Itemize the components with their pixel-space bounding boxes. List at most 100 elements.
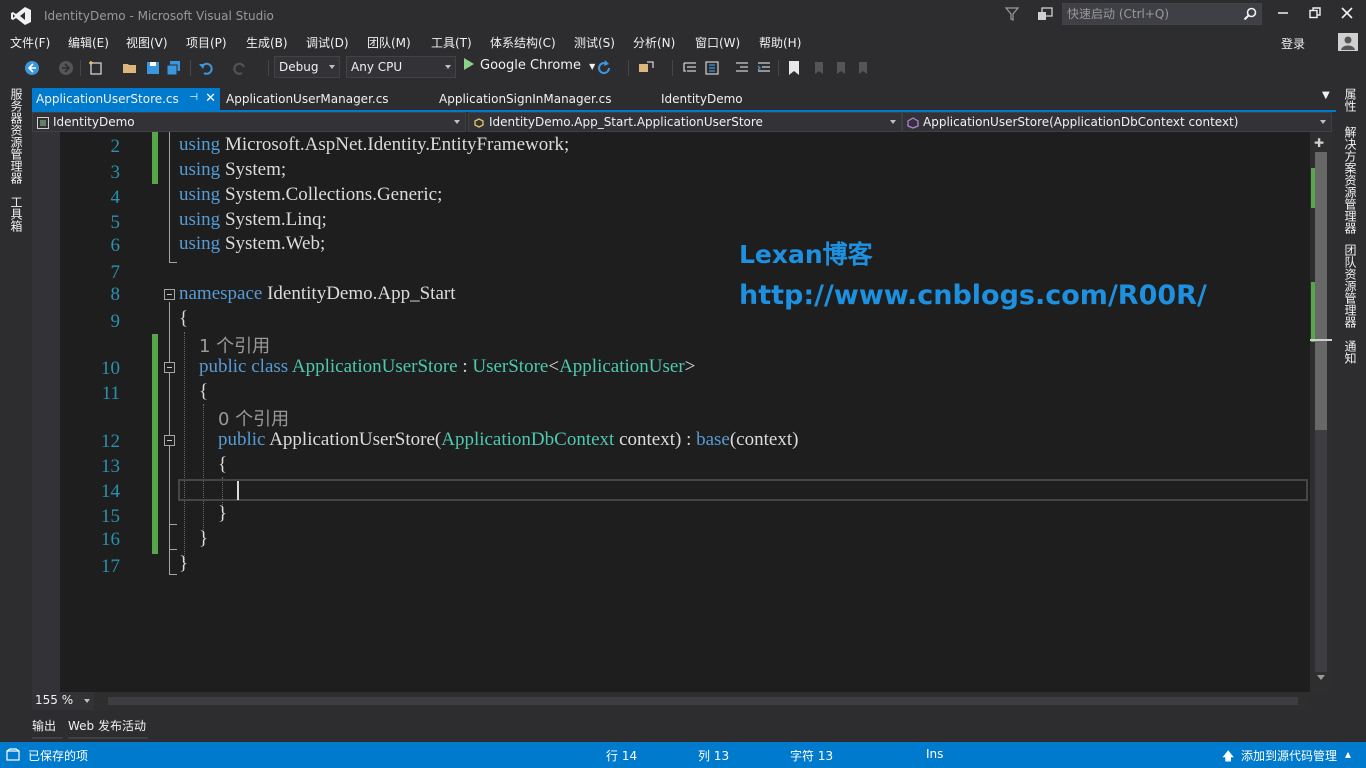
menu-build[interactable]: 生成(B) xyxy=(246,34,288,51)
tab-application-user-store[interactable]: ApplicationUserStore.cs ⊣ ✕ xyxy=(32,88,220,110)
code-line[interactable]: namespace IdentityDemo.App_Start xyxy=(179,283,455,305)
tab-web-publish-activity[interactable]: Web 发布活动 xyxy=(68,717,146,734)
code-line[interactable]: { xyxy=(218,454,227,476)
solution-configuration-dropdown[interactable]: Debug xyxy=(274,56,340,78)
tab-application-signin-manager[interactable]: ApplicationSignInManager.cs xyxy=(435,88,645,110)
account-icon[interactable] xyxy=(1338,33,1358,51)
save-all-icon[interactable] xyxy=(166,60,182,76)
pin-icon[interactable]: ⊣ xyxy=(189,92,198,103)
navigate-forward-icon[interactable] xyxy=(58,60,74,76)
redo-icon[interactable] xyxy=(232,60,248,76)
code-line[interactable]: using System.Web; xyxy=(179,233,325,255)
menu-view[interactable]: 视图(V) xyxy=(126,34,168,51)
vertical-scrollbar[interactable] xyxy=(1310,132,1332,692)
code-line[interactable]: public ApplicationUserStore(ApplicationD… xyxy=(218,429,798,451)
menu-tools[interactable]: 工具(T) xyxy=(431,34,472,51)
uncomment-lines-icon[interactable] xyxy=(756,60,772,76)
collapse-constructor-icon[interactable] xyxy=(164,435,175,446)
code-line[interactable]: { xyxy=(199,381,208,403)
scroll-thumb[interactable] xyxy=(1315,152,1327,430)
project-dropdown[interactable]: IdentityDemo xyxy=(32,112,466,132)
chevron-down-icon xyxy=(84,699,90,703)
keyword: class xyxy=(251,356,289,377)
code-line[interactable]: } xyxy=(179,553,188,575)
bookmark-icon[interactable] xyxy=(786,60,802,76)
tab-application-user-manager[interactable]: ApplicationUserManager.cs xyxy=(222,88,422,110)
tab-label: ApplicationSignInManager.cs xyxy=(439,92,612,106)
tab-identity-demo[interactable]: IdentityDemo xyxy=(657,88,777,110)
browser-link-icon[interactable] xyxy=(638,60,654,76)
scroll-track[interactable] xyxy=(108,697,1298,705)
sign-in-link[interactable]: 登录 xyxy=(1281,35,1305,52)
code-line[interactable]: public class ApplicationUserStore : User… xyxy=(199,356,695,378)
menu-project[interactable]: 项目(P) xyxy=(186,34,227,51)
quick-launch-input[interactable] xyxy=(1067,6,1237,22)
menu-help[interactable]: 帮助(H) xyxy=(759,34,801,51)
refresh-browser-icon[interactable] xyxy=(596,60,612,76)
menu-debug[interactable]: 调试(D) xyxy=(306,34,349,51)
horizontal-scrollbar[interactable] xyxy=(94,692,1310,710)
previous-bookmark-icon[interactable] xyxy=(810,60,826,76)
codelens-references[interactable]: 0 个引用 xyxy=(218,405,289,431)
code-line[interactable]: using System; xyxy=(179,159,286,181)
comment-lines-icon[interactable] xyxy=(734,60,750,76)
member-dropdown[interactable]: ApplicationUserStore(ApplicationDbContex… xyxy=(902,112,1332,132)
clear-bookmarks-icon[interactable] xyxy=(854,60,870,76)
collapse-class-icon[interactable] xyxy=(164,362,175,373)
code-line[interactable]: } xyxy=(199,528,208,550)
solution-platform-dropdown[interactable]: Any CPU xyxy=(346,56,456,78)
solution-explorer-tab[interactable]: 解决方案资源管理器 xyxy=(1342,126,1359,234)
code-line[interactable]: { xyxy=(179,308,188,330)
code-editor[interactable]: 2 3 4 5 6 7 8 9 10 11 12 13 14 15 16 17 … xyxy=(32,132,1310,692)
type-dropdown[interactable]: IdentityDemo.App_Start.ApplicationUserSt… xyxy=(468,112,902,132)
server-explorer-tab[interactable]: 服务器资源管理器 xyxy=(8,88,25,184)
notification-filter-icon[interactable] xyxy=(1004,6,1020,22)
format-icon[interactable] xyxy=(704,60,720,76)
code-text: Microsoft.AspNet.Identity.EntityFramewor… xyxy=(220,134,570,155)
tab-overflow-chevron-down-icon[interactable]: ▼ xyxy=(1322,90,1330,101)
close-window-button[interactable] xyxy=(1334,4,1360,26)
minimize-button[interactable] xyxy=(1270,4,1296,26)
next-bookmark-icon[interactable] xyxy=(832,60,848,76)
save-icon[interactable] xyxy=(145,60,161,76)
status-bar: 已保存的项 行 14 列 13 字符 13 Ins 🡅 添加到源代码管理 ▴ xyxy=(0,742,1366,768)
code-line[interactable]: using System.Linq; xyxy=(179,209,327,231)
notifications-tab[interactable]: 通知 xyxy=(1342,340,1359,364)
menu-file[interactable]: 文件(F) xyxy=(10,34,50,51)
menu-analyze[interactable]: 分析(N) xyxy=(633,34,675,51)
split-window-icon[interactable]: ✚ xyxy=(1314,136,1324,150)
code-text: < xyxy=(548,356,560,377)
menu-test[interactable]: 测试(S) xyxy=(574,34,615,51)
toolbox-tab[interactable]: 工具箱 xyxy=(8,196,25,232)
tab-output[interactable]: 输出 xyxy=(32,717,56,734)
search-icon[interactable] xyxy=(1243,7,1257,21)
menu-architecture[interactable]: 体系结构(C) xyxy=(490,34,556,51)
open-file-icon[interactable] xyxy=(122,60,138,76)
menu-window[interactable]: 窗口(W) xyxy=(695,34,740,51)
add-to-source-control-button[interactable]: 添加到源代码管理 xyxy=(1241,747,1337,764)
collapse-namespace-icon[interactable] xyxy=(164,289,175,300)
menu-team[interactable]: 团队(M) xyxy=(367,34,411,51)
maximize-button[interactable] xyxy=(1302,4,1328,26)
close-icon[interactable]: ✕ xyxy=(205,91,216,106)
chevron-down-icon xyxy=(890,120,896,124)
code-line[interactable]: using System.Collections.Generic; xyxy=(179,184,442,206)
chevron-up-icon[interactable]: ▴ xyxy=(1345,747,1351,761)
codelens-references[interactable]: 1 个引用 xyxy=(199,332,270,358)
code-line[interactable]: } xyxy=(218,503,227,525)
step-into-icon[interactable] xyxy=(682,60,698,76)
menu-edit[interactable]: 编辑(E) xyxy=(68,34,109,51)
feedback-icon[interactable] xyxy=(1036,6,1054,22)
start-debugging-button[interactable]: Google Chrome ▼ xyxy=(464,58,595,78)
scroll-down-arrow-icon[interactable] xyxy=(1317,675,1325,680)
properties-tab[interactable]: 属性 xyxy=(1342,88,1359,112)
chevron-down-icon[interactable]: ▼ xyxy=(589,62,595,71)
navigate-back-icon[interactable] xyxy=(24,60,40,76)
code-line[interactable]: using Microsoft.AspNet.Identity.EntityFr… xyxy=(179,134,569,156)
team-explorer-tab[interactable]: 团队资源管理器 xyxy=(1342,244,1359,328)
zoom-level-dropdown[interactable]: 155 % xyxy=(32,692,94,710)
line-number: 4 xyxy=(110,187,121,208)
new-project-icon[interactable] xyxy=(88,60,104,76)
undo-icon[interactable] xyxy=(198,60,214,76)
quick-launch[interactable] xyxy=(1062,3,1262,25)
